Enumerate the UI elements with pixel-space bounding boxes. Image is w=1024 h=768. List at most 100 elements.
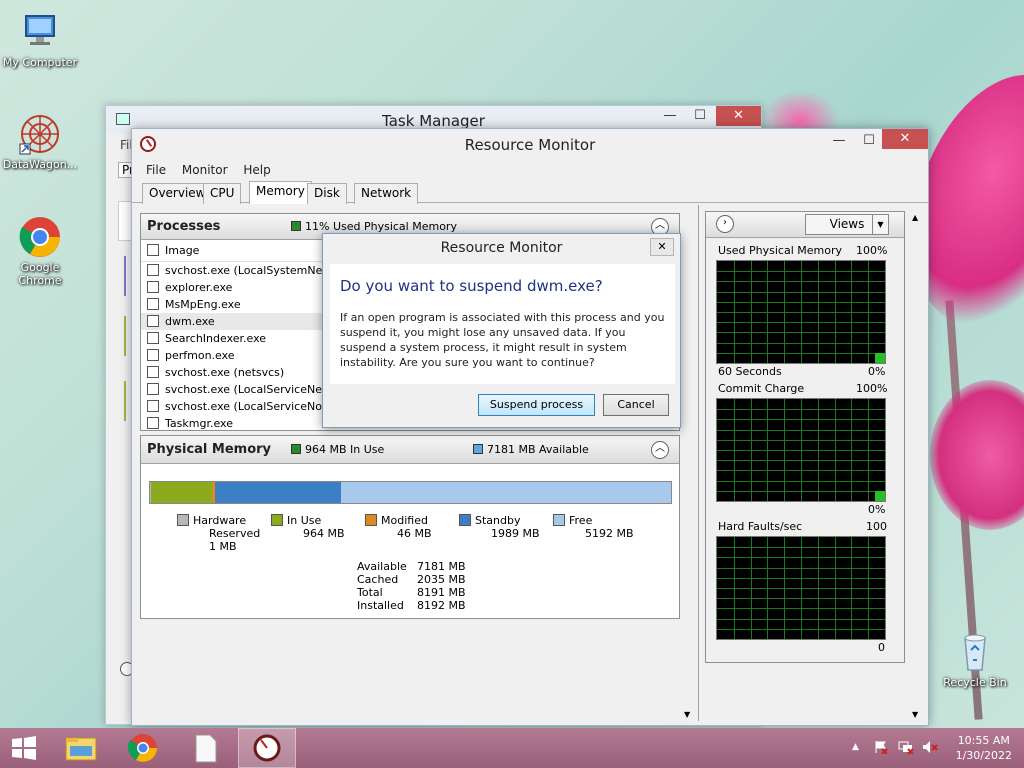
process-checkbox[interactable] xyxy=(147,264,159,276)
collapse-icon[interactable]: ︿ xyxy=(651,441,669,459)
close-button[interactable]: ✕ xyxy=(716,106,761,126)
desktop-icon-google-chrome[interactable]: Google Chrome xyxy=(0,215,80,287)
task-manager-panel-edge xyxy=(124,316,130,356)
process-checkbox[interactable] xyxy=(147,400,159,412)
desktop-icon-recycle-bin[interactable]: Recycle Bin xyxy=(935,630,1015,689)
available-text: 7181 MB Available xyxy=(487,443,589,456)
volume-muted-icon[interactable] xyxy=(922,740,938,754)
dialog-close-button[interactable]: ✕ xyxy=(650,238,674,256)
taskbar-file-explorer[interactable] xyxy=(52,728,110,768)
right-pane-scrollbar[interactable]: ▲ ▼ xyxy=(908,211,925,721)
legend-swatch xyxy=(553,514,565,526)
legend-value: 46 MB xyxy=(397,527,432,540)
memory-usage-bar xyxy=(149,481,672,504)
graph-gridline xyxy=(868,399,869,501)
scroll-down-icon[interactable]: ▼ xyxy=(684,710,690,719)
process-name: svchost.exe (netsvcs) xyxy=(165,366,285,379)
graph-max-hard-faults: 100 xyxy=(866,520,887,533)
scroll-down-icon[interactable]: ▼ xyxy=(912,710,918,719)
menu-file[interactable]: File xyxy=(146,159,166,181)
graph-gridline xyxy=(734,261,735,363)
process-name: svchost.exe (LocalSystemNet... xyxy=(165,264,338,277)
process-checkbox[interactable] xyxy=(147,349,159,361)
network-icon[interactable] xyxy=(898,740,914,755)
close-button[interactable]: ✕ xyxy=(882,129,928,149)
legend-value: 5192 MB xyxy=(585,527,634,540)
process-checkbox[interactable] xyxy=(147,383,159,395)
resource-monitor-titlebar[interactable]: Resource Monitor — ☐ ✕ xyxy=(132,129,928,159)
memory-stats-values: 7181 MB 2035 MB 8191 MB 8192 MB xyxy=(417,560,466,612)
dialog-body: Do you want to suspend dwm.exe? If an op… xyxy=(330,264,675,384)
taskbar: ▲ 10:55 AM 1/30/2022 xyxy=(0,728,1024,768)
graph-title-used-physical: Used Physical Memory xyxy=(718,244,843,257)
graph-gridline xyxy=(835,537,836,639)
physical-memory-header[interactable]: Physical Memory 964 MB In Use 7181 MB Av… xyxy=(141,436,679,464)
recycle-bin-icon xyxy=(953,630,997,674)
desktop-icon-my-computer[interactable]: My Computer xyxy=(0,10,80,69)
task-manager-panel-edge xyxy=(118,201,132,241)
legend-label: Reserved xyxy=(209,527,261,540)
menu-monitor[interactable]: Monitor xyxy=(182,159,228,181)
start-button[interactable] xyxy=(0,728,48,768)
folder-icon xyxy=(65,737,97,761)
tab-network[interactable]: Network xyxy=(354,183,419,204)
left-pane-scrollbar[interactable]: ▼ xyxy=(680,213,697,721)
process-checkbox[interactable] xyxy=(147,332,159,344)
graph-gridline xyxy=(818,537,819,639)
tab-memory[interactable]: Memory xyxy=(249,181,312,204)
taskbar-resource-monitor[interactable] xyxy=(238,728,296,768)
show-hidden-icons[interactable]: ▲ xyxy=(852,742,859,752)
tab-cpu[interactable]: CPU xyxy=(203,183,242,204)
graph-min-hard-faults: 0 xyxy=(878,641,885,654)
desktop-icon-datawagon[interactable]: DataWagon... xyxy=(0,112,80,171)
process-checkbox[interactable] xyxy=(147,298,159,310)
legend-swatch xyxy=(271,514,283,526)
scroll-up-icon[interactable]: ▲ xyxy=(912,213,918,222)
expand-icon[interactable]: › xyxy=(716,215,734,233)
graph-toolbar: › Views ▼ xyxy=(706,212,904,238)
taskbar-chrome[interactable] xyxy=(114,728,172,768)
cancel-button[interactable]: Cancel xyxy=(603,394,669,416)
process-checkbox[interactable] xyxy=(147,315,159,327)
suspend-process-button[interactable]: Suspend process xyxy=(478,394,595,416)
suspend-dialog[interactable]: Resource Monitor ✕ Do you want to suspen… xyxy=(322,233,681,428)
graph-gridline xyxy=(835,399,836,501)
process-checkbox[interactable] xyxy=(147,281,159,293)
legend-item: Standby 1989 MB xyxy=(459,514,540,540)
action-center-icon[interactable] xyxy=(874,740,888,755)
process-checkbox[interactable] xyxy=(147,366,159,378)
legend-item: Hardware Reserved 1 MB xyxy=(177,514,261,553)
graph-title-commit-charge: Commit Charge xyxy=(718,382,805,395)
maximize-button[interactable]: ☐ xyxy=(855,131,883,151)
graph-gridline xyxy=(734,399,735,501)
legend-item: In Use 964 MB xyxy=(271,514,345,540)
graph-usage-fill xyxy=(875,491,885,501)
graph-usage-fill xyxy=(875,353,885,363)
used-physical-memory-graph xyxy=(716,260,886,364)
graph-gridline xyxy=(767,537,768,639)
legend-item: Modified 46 MB xyxy=(365,514,432,540)
minimize-button[interactable]: — xyxy=(825,131,853,151)
tab-disk[interactable]: Disk xyxy=(307,183,347,204)
desktop-icon-label: Recycle Bin xyxy=(943,676,1007,689)
process-checkbox[interactable] xyxy=(147,417,159,429)
pane-splitter[interactable] xyxy=(698,205,699,721)
process-name: MsMpEng.exe xyxy=(165,298,241,311)
minimize-button[interactable]: — xyxy=(656,106,684,126)
dialog-titlebar[interactable]: Resource Monitor ✕ xyxy=(323,234,680,262)
legend-value: 1989 MB xyxy=(491,527,540,540)
graph-max-used-physical: 100% xyxy=(856,244,888,257)
resource-monitor-title: Resource Monitor xyxy=(464,136,596,154)
tab-strip: Overview CPU Memory Disk Network xyxy=(132,181,928,204)
taskbar-blank-document[interactable] xyxy=(176,728,234,768)
views-dropdown[interactable]: Views ▼ xyxy=(805,214,889,235)
select-all-checkbox[interactable] xyxy=(147,244,159,256)
physical-memory-title: Physical Memory xyxy=(147,442,272,457)
chrome-icon xyxy=(127,734,157,762)
system-clock[interactable]: 10:55 AM 1/30/2022 xyxy=(956,733,1012,763)
menu-help[interactable]: Help xyxy=(243,159,270,181)
tab-overview[interactable]: Overview xyxy=(142,183,213,204)
maximize-button[interactable]: ☐ xyxy=(686,106,714,126)
process-name: perfmon.exe xyxy=(165,349,235,362)
graph-gridline xyxy=(851,399,852,501)
